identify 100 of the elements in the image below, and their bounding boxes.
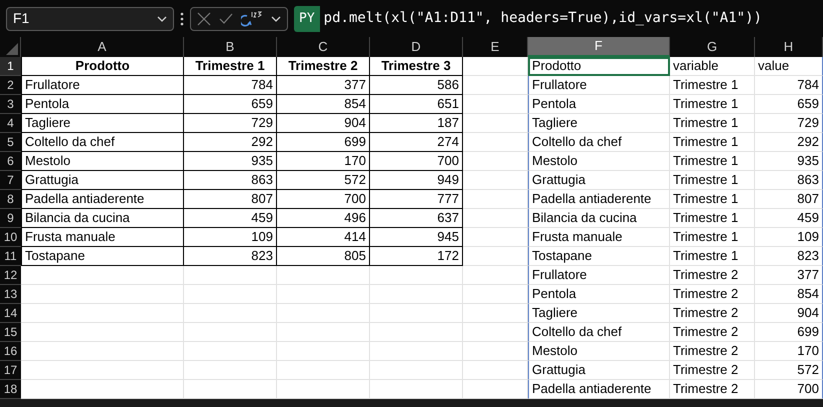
formula-text[interactable]: pd.melt(xl("A1:D11", headers=True),id_vars=xl("A1")): [320, 8, 762, 29]
table-cell: Prodotto: [21, 57, 184, 76]
name-box[interactable]: F1: [6, 6, 174, 30]
table-cell: Tostapane: [21, 247, 184, 266]
check-icon[interactable]: [219, 12, 233, 24]
table-cell: 700: [277, 190, 370, 209]
column-header[interactable]: C: [277, 37, 370, 57]
table-cell: Tagliere: [528, 304, 670, 323]
column-header[interactable]: G: [670, 37, 755, 57]
table-cell: Tagliere: [528, 114, 670, 133]
table-cell: 807: [755, 190, 823, 209]
table-cell: 805: [277, 247, 370, 266]
caret-icon[interactable]: [271, 16, 281, 22]
table-cell: 863: [184, 171, 277, 190]
table-cell: Trimestre 2: [670, 342, 755, 361]
table-cell: Grattugia: [528, 361, 670, 380]
table-cell: 700: [370, 152, 463, 171]
table-cell: Coltello da chef: [528, 133, 670, 152]
table-cell: 172: [370, 247, 463, 266]
table-cell: Padella antiaderente: [528, 380, 670, 399]
row-header[interactable]: 4: [0, 114, 21, 133]
empty-cell: [463, 190, 528, 209]
row-header[interactable]: 15: [0, 323, 21, 342]
column-header[interactable]: H: [755, 37, 823, 57]
row-header[interactable]: 1: [0, 57, 21, 76]
row-header[interactable]: 8: [0, 190, 21, 209]
row-header[interactable]: 16: [0, 342, 21, 361]
table-cell: 949: [370, 171, 463, 190]
empty-cell: [463, 247, 528, 266]
table-cell: 700: [755, 380, 823, 399]
table-cell: 935: [755, 152, 823, 171]
empty-cell: [463, 114, 528, 133]
table-cell: 414: [277, 228, 370, 247]
table-cell: Frusta manuale: [528, 228, 670, 247]
empty-cell: [463, 133, 528, 152]
table-cell: 699: [277, 133, 370, 152]
row-header[interactable]: 17: [0, 361, 21, 380]
table-cell: Trimestre 2: [670, 304, 755, 323]
row-header[interactable]: 14: [0, 304, 21, 323]
select-all-icon[interactable]: [6, 43, 18, 55]
table-cell: Bilancia da cucina: [528, 209, 670, 228]
empty-cell: [463, 152, 528, 171]
table-cell: Pentola: [21, 95, 184, 114]
table-cell: Trimestre 1: [670, 190, 755, 209]
table-cell: 572: [277, 171, 370, 190]
table-cell: 777: [370, 190, 463, 209]
table-cell: 459: [755, 209, 823, 228]
table-cell: Trimestre 1: [670, 95, 755, 114]
table-cell: Grattugia: [528, 171, 670, 190]
row-header[interactable]: 7: [0, 171, 21, 190]
table-cell: 170: [277, 152, 370, 171]
table-cell: Trimestre 2: [670, 285, 755, 304]
table-cell: 784: [755, 76, 823, 95]
table-cell: Trimestre 1: [184, 57, 277, 76]
table-cell: Trimestre 1: [670, 228, 755, 247]
empty-cell: [463, 228, 528, 247]
python-badge: PY: [294, 6, 320, 32]
cancel-icon[interactable]: [197, 12, 211, 26]
table-cell: 807: [184, 190, 277, 209]
row-header[interactable]: 18: [0, 380, 21, 399]
table-cell: Mestolo: [21, 152, 184, 171]
table-cell: 109: [184, 228, 277, 247]
caret-icon: [157, 16, 167, 22]
row-header[interactable]: 11: [0, 247, 21, 266]
table-cell: Frusta manuale: [21, 228, 184, 247]
row-header[interactable]: 12: [0, 266, 21, 285]
table-cell: Trimestre 1: [670, 133, 755, 152]
table-cell: 377: [755, 266, 823, 285]
column-header[interactable]: E: [463, 37, 528, 57]
table-cell: 823: [184, 247, 277, 266]
table-cell: 823: [755, 247, 823, 266]
output-type-icon[interactable]: [241, 10, 263, 26]
column-header[interactable]: A: [21, 37, 184, 57]
table-cell: Prodotto: [528, 57, 670, 76]
row-header[interactable]: 3: [0, 95, 21, 114]
column-header[interactable]: B: [184, 37, 277, 57]
column-header[interactable]: D: [370, 37, 463, 57]
table-cell: Trimestre 1: [670, 209, 755, 228]
empty-cell: [463, 380, 528, 399]
table-cell: Trimestre 1: [670, 76, 755, 95]
table-cell: 935: [184, 152, 277, 171]
row-header[interactable]: 13: [0, 285, 21, 304]
table-cell: 854: [755, 285, 823, 304]
empty-cell: [463, 285, 528, 304]
empty-cell: [463, 266, 528, 285]
table-cell: 109: [755, 228, 823, 247]
table-cell: 292: [755, 133, 823, 152]
table-cell: Trimestre 3: [370, 57, 463, 76]
row-header[interactable]: 5: [0, 133, 21, 152]
table-cell: 586: [370, 76, 463, 95]
row-header[interactable]: 6: [0, 152, 21, 171]
table-cell: 572: [755, 361, 823, 380]
row-header[interactable]: 10: [0, 228, 21, 247]
more-options-icon[interactable]: [180, 12, 184, 26]
table-cell: 784: [184, 76, 277, 95]
column-header[interactable]: F: [528, 37, 670, 57]
table-cell: 854: [277, 95, 370, 114]
empty-cell: [463, 304, 528, 323]
row-header[interactable]: 9: [0, 209, 21, 228]
row-header[interactable]: 2: [0, 76, 21, 95]
